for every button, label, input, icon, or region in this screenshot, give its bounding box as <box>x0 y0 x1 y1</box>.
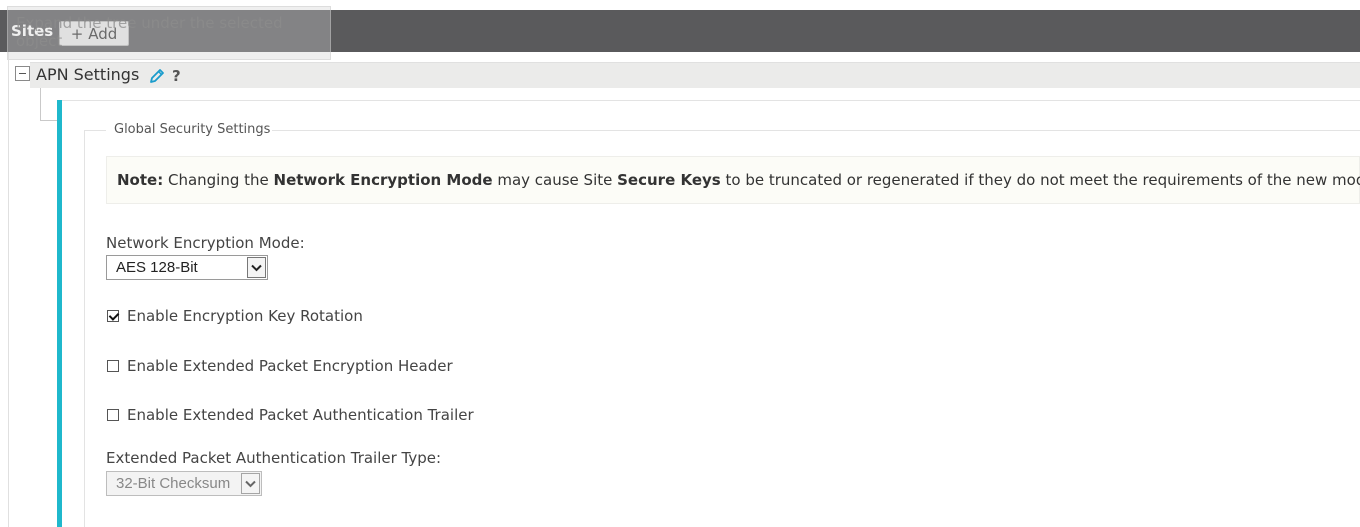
fieldset-legend: Global Security Settings <box>114 122 271 137</box>
note-text-part: may cause Site <box>492 171 618 189</box>
ext-trailer-checkbox[interactable] <box>107 409 119 421</box>
fieldset-border <box>84 130 85 527</box>
help-icon[interactable]: ? <box>172 67 181 85</box>
trailer-type-select[interactable]: 32-Bit Checksum <box>106 471 262 496</box>
trailer-type-value: 32-Bit Checksum <box>116 475 231 492</box>
tree-connector <box>40 120 57 121</box>
note-prefix: Note: <box>117 171 164 189</box>
note-text-part: Changing the <box>163 171 274 189</box>
plus-icon: + <box>70 24 84 43</box>
ext-header-label[interactable]: Enable Extended Packet Encryption Header <box>127 357 453 375</box>
sites-title: Sites <box>11 22 54 40</box>
add-button-label: Add <box>88 24 118 43</box>
tree-guide-line <box>8 52 9 527</box>
apn-settings-header <box>30 62 1360 88</box>
top-toolbar <box>0 10 1360 52</box>
encryption-mode-value: AES 128-Bit <box>116 259 198 276</box>
apn-settings-title[interactable]: APN Settings <box>36 65 139 84</box>
fieldset-border <box>84 130 106 131</box>
add-button[interactable]: + Add <box>59 21 129 46</box>
fieldset-border <box>272 130 1360 131</box>
pencil-icon[interactable] <box>148 67 166 85</box>
note-text-part: to be truncated or regenerated if they d… <box>720 171 1360 189</box>
ext-header-checkbox[interactable] <box>107 360 119 372</box>
note-bold-keys: Secure Keys <box>617 171 721 189</box>
note-text: Note: Changing the Network Encryption Mo… <box>117 171 1360 189</box>
tree-connector <box>40 88 41 120</box>
chevron-down-icon <box>241 473 260 494</box>
note-bold-mode: Network Encryption Mode <box>273 171 493 189</box>
key-rotation-label[interactable]: Enable Encryption Key Rotation <box>127 307 363 325</box>
key-rotation-checkbox[interactable] <box>107 310 119 322</box>
chevron-down-icon <box>247 257 266 278</box>
encryption-mode-select[interactable]: AES 128-Bit <box>106 255 268 280</box>
ext-trailer-label[interactable]: Enable Extended Packet Authentication Tr… <box>127 406 474 424</box>
encryption-mode-label: Network Encryption Mode: <box>106 234 305 252</box>
collapse-icon[interactable] <box>15 66 30 81</box>
trailer-type-label: Extended Packet Authentication Trailer T… <box>106 449 442 467</box>
